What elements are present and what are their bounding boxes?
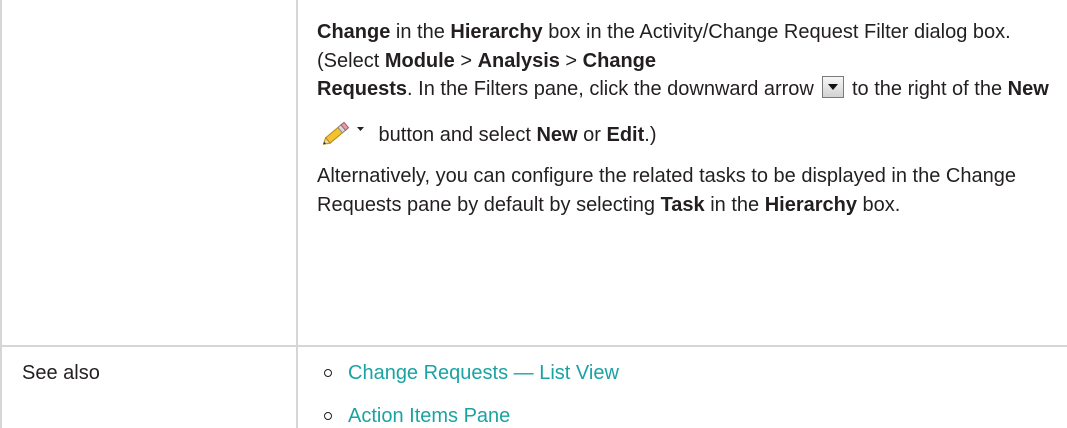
description-cell: Change in the Hierarchy box in the Activ… (297, 0, 1067, 347)
bullet-circle-icon (324, 369, 332, 377)
term-task: Task (660, 193, 705, 216)
info-table: Change in the Hierarchy box in the Activ… (0, 0, 1067, 428)
empty-label-cell (0, 0, 298, 347)
text-run: or (577, 123, 607, 146)
description-row: Change in the Hierarchy box in the Activ… (0, 0, 1067, 347)
new-button-icon (323, 117, 367, 146)
text-run: . In the Filters pane, click the downwar… (407, 78, 820, 100)
text-run: button and select (373, 123, 537, 146)
text-run: .) (644, 123, 657, 146)
list-item: Action Items Pane (298, 404, 1067, 428)
link-change-requests-list-view[interactable]: Change Requests — List View (348, 362, 619, 384)
link-action-items-pane[interactable]: Action Items Pane (348, 405, 510, 427)
text-run: to the right of the (846, 78, 1008, 100)
description-paragraph-2: Alternatively, you can configure the rel… (317, 162, 1052, 219)
term-new-option: New (536, 123, 578, 146)
see-also-list: Change Requests — List View Action Items… (298, 361, 1067, 428)
pencil-icon (323, 121, 364, 146)
term-change: Change (317, 21, 391, 43)
text-run: box. (857, 193, 901, 216)
text-run: in the (704, 193, 765, 216)
term-change-requests: Requests (317, 78, 408, 100)
term-hierarchy: Hierarchy (450, 21, 543, 43)
dropdown-arrow-icon (822, 75, 845, 98)
see-also-links-cell: Change Requests — List View Action Items… (297, 346, 1067, 428)
term-edit: Edit (606, 123, 645, 146)
description-paragraph-1-cont: Requests. In the Filters pane, click the… (317, 67, 1052, 158)
term-new: New (1007, 78, 1049, 100)
see-also-label-cell: See also (0, 346, 298, 428)
bullet-circle-icon (324, 412, 332, 420)
text-run: in the (390, 21, 451, 43)
see-also-label: See also (22, 362, 100, 384)
chevron-down-icon (357, 127, 364, 132)
see-also-row: See also Change Requests — List View Act… (0, 346, 1067, 428)
term-hierarchy: Hierarchy (764, 193, 857, 216)
list-item: Change Requests — List View (298, 361, 1067, 385)
